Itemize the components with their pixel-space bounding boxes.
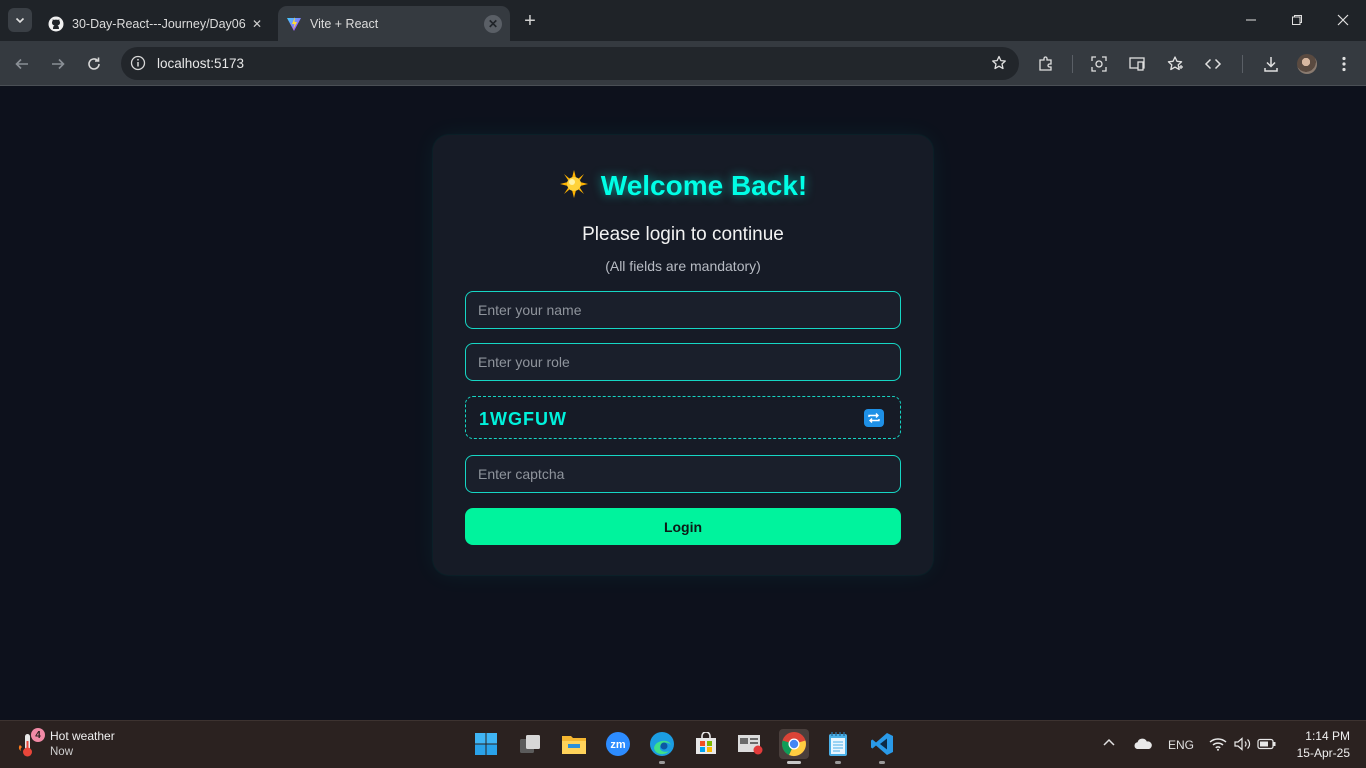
running-indicator (879, 761, 885, 764)
zoom-app[interactable]: zm (603, 729, 633, 759)
news-icon (738, 735, 763, 755)
glowing-star-icon (559, 169, 589, 206)
bookmark-star-icon[interactable] (991, 55, 1007, 71)
language-indicator[interactable]: ENG (1168, 738, 1194, 752)
reload-icon (88, 57, 100, 70)
address-url: localhost:5173 (157, 56, 245, 71)
file-explorer-app[interactable] (559, 729, 589, 759)
weather-badge: 4 (31, 728, 45, 742)
onedrive-icon[interactable] (1133, 738, 1153, 750)
running-indicator (835, 761, 841, 764)
reload-button[interactable] (82, 52, 106, 76)
captcha-display: 1WGFUW (465, 396, 901, 439)
forward-button[interactable] (46, 52, 70, 76)
close-icon (1337, 14, 1349, 26)
tab-title: 30-Day-React---Journey/Day06 (72, 16, 246, 31)
minimize-button[interactable] (1228, 0, 1274, 40)
page-title: Welcome Back! (433, 169, 933, 206)
battery-icon[interactable] (1257, 738, 1277, 750)
chevron-down-icon (15, 17, 25, 24)
toolbar-divider (1242, 55, 1243, 73)
cast-icon[interactable] (1126, 53, 1148, 75)
restore-icon (1292, 15, 1302, 25)
running-indicator (787, 761, 801, 764)
restore-button[interactable] (1274, 0, 1320, 40)
vscode-app[interactable] (867, 729, 897, 764)
tab-search-button[interactable] (8, 8, 32, 32)
site-info-icon[interactable] (130, 55, 146, 71)
start-button[interactable] (471, 729, 501, 759)
running-indicator (659, 761, 665, 764)
tab-strip: 30-Day-React---Journey/Day06 ✕ Vite + Re… (0, 0, 1366, 41)
devtools-code-icon[interactable] (1202, 53, 1224, 75)
login-button[interactable]: Login (465, 508, 901, 545)
tab-title: Vite + React (310, 16, 379, 31)
github-icon (48, 16, 64, 32)
address-bar[interactable]: localhost:5173 (121, 47, 1019, 80)
back-button[interactable] (10, 52, 34, 76)
folder-icon (562, 736, 586, 754)
login-subtitle: Please login to continue (582, 224, 784, 245)
browser-toolbar: localhost:5173 (0, 41, 1366, 86)
refresh-icon (868, 413, 880, 423)
chevron-up-icon (1103, 738, 1115, 746)
notepad-icon (829, 732, 847, 756)
close-window-button[interactable] (1320, 0, 1366, 40)
chrome-icon (782, 732, 806, 757)
toolbar-divider (1072, 55, 1073, 73)
volume-icon[interactable] (1234, 737, 1252, 751)
weather-title: Hot weather (50, 729, 115, 743)
notepad-app[interactable] (823, 729, 853, 764)
download-icon[interactable] (1260, 53, 1282, 75)
chrome-app[interactable] (779, 729, 809, 764)
clock-date: 15-Apr-25 (1296, 746, 1350, 760)
edge-icon (650, 732, 674, 756)
captcha-input[interactable] (465, 455, 901, 493)
wifi-icon[interactable] (1209, 737, 1227, 751)
weather-subtitle: Now (50, 746, 74, 758)
new-tab-button[interactable]: + (518, 9, 542, 33)
edge-app[interactable] (647, 729, 677, 764)
name-input[interactable] (465, 291, 901, 329)
tab-github[interactable]: 30-Day-React---Journey/Day06 ✕ (40, 6, 274, 41)
zoom-icon: zm (606, 732, 630, 756)
vscode-icon (871, 733, 893, 755)
show-hidden-icons-button[interactable] (1102, 737, 1116, 747)
close-tab-icon[interactable]: ✕ (484, 14, 502, 33)
taskbar: 4 Hot weather Now zm ENG 1:14 PM 15-Apr-… (0, 720, 1366, 768)
vite-icon (286, 16, 302, 32)
login-card: Welcome Back! Please login to continue (… (433, 135, 933, 575)
close-tab-icon[interactable]: ✕ (248, 15, 266, 33)
tab-vite-react[interactable]: Vite + React ✕ (278, 6, 510, 41)
store-icon (696, 732, 716, 754)
arrow-left-icon (15, 58, 28, 70)
more-menu-icon[interactable] (1333, 53, 1355, 75)
arrow-right-icon (52, 58, 65, 70)
minimize-icon (1246, 19, 1256, 21)
captcha-code: 1WGFUW (479, 409, 567, 429)
task-view-button[interactable] (515, 729, 545, 759)
mandatory-note: (All fields are mandatory) (605, 258, 761, 274)
task-view-icon (520, 735, 540, 753)
heading-text: Welcome Back! (600, 170, 808, 201)
store-app[interactable] (691, 729, 721, 759)
screenshot-icon[interactable] (1088, 53, 1110, 75)
profile-avatar[interactable] (1297, 54, 1317, 74)
extensions-icon[interactable] (1035, 53, 1057, 75)
page-viewport: Welcome Back! Please login to continue (… (0, 87, 1366, 720)
news-app[interactable] (735, 729, 765, 759)
windows-logo-icon (475, 733, 497, 755)
favorites-icon[interactable] (1164, 53, 1186, 75)
clock-time: 1:14 PM (1305, 729, 1350, 743)
svg-text:zm: zm (610, 739, 626, 751)
role-input[interactable] (465, 343, 901, 381)
refresh-captcha-button[interactable] (864, 409, 884, 427)
